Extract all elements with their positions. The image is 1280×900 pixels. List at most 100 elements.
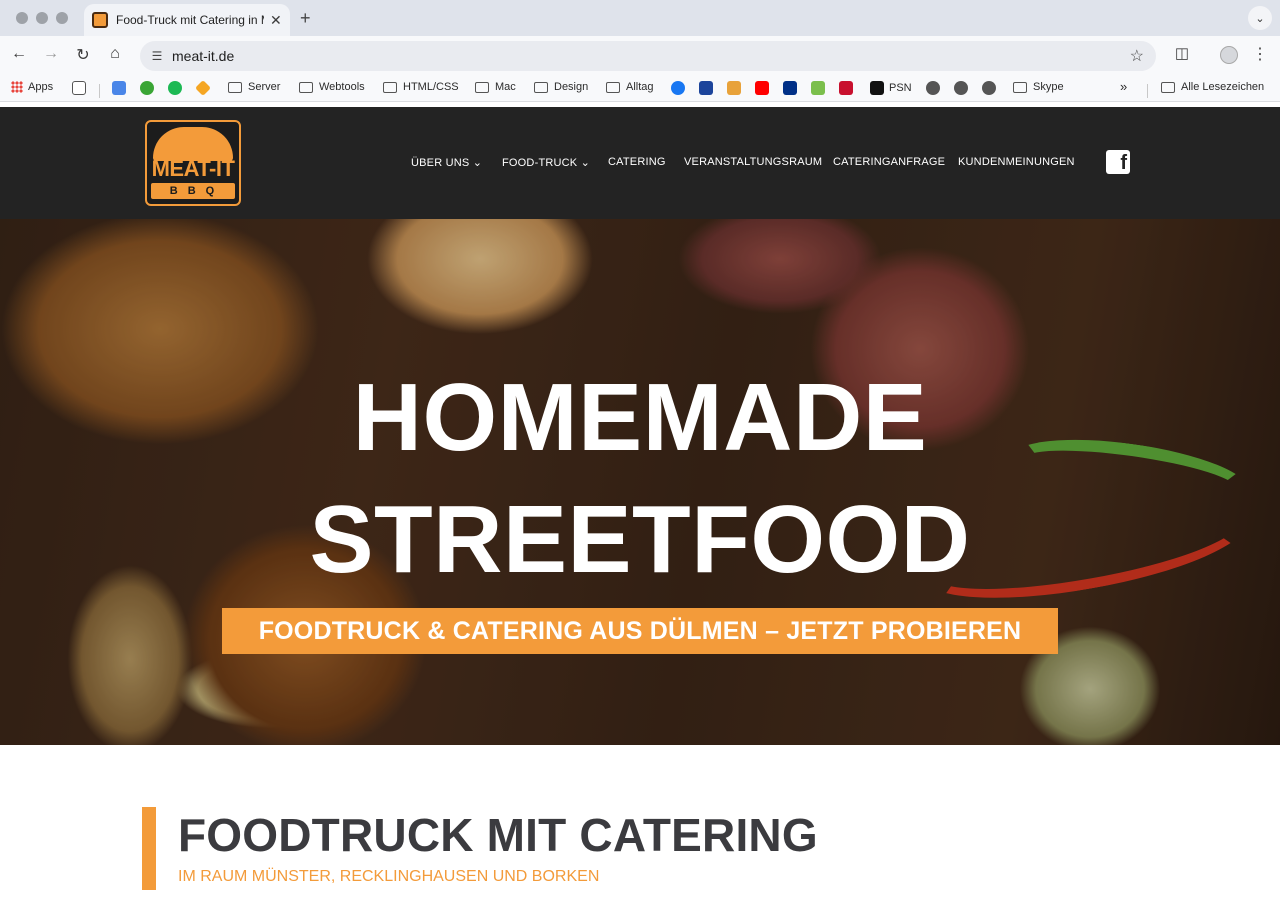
address-bar[interactable]: ☰ meat-it.de ☆ (140, 41, 1156, 71)
facebook-icon[interactable]: f (1106, 150, 1130, 174)
tab-close-icon[interactable]: ✕ (270, 12, 282, 29)
bookmark-youtube[interactable] (755, 81, 774, 95)
bookmark-folder-htmlcss[interactable]: HTML/CSS (383, 81, 459, 93)
bookmark-folder-server[interactable]: Server (228, 81, 280, 93)
bookmark-separator (1147, 84, 1148, 98)
bookmark-gmx[interactable] (699, 81, 718, 95)
home-icon[interactable]: ⌂ (104, 45, 126, 63)
bookmark-deal[interactable] (727, 81, 746, 95)
tab-groups-icon[interactable] (72, 81, 91, 95)
folder-icon (228, 81, 242, 93)
bookmark-globe-3[interactable] (982, 81, 1001, 95)
bookmark-psn[interactable]: PSN (870, 81, 912, 95)
1password-icon (140, 81, 154, 95)
folder-icon (534, 81, 548, 93)
bookmark-apps[interactable]: Apps (11, 81, 53, 93)
folder-icon (475, 81, 489, 93)
reload-icon[interactable]: ↻ (72, 45, 94, 65)
bookmark-orange[interactable] (195, 80, 215, 96)
hero-cta-button[interactable]: FOODTRUCK & CATERING AUS DÜLMEN – JETZT … (222, 608, 1058, 654)
tab-title: Food-Truck mit Catering in Mü (116, 13, 264, 27)
bookmark-paypal[interactable] (783, 81, 802, 95)
bookmark-label: HTML/CSS (403, 81, 459, 93)
new-tab-button[interactable]: + (300, 8, 311, 29)
bookmark-label: Alle Lesezeichen (1181, 81, 1265, 93)
bookmark-globe-2[interactable] (954, 81, 973, 95)
bookmark-facebook[interactable] (671, 81, 690, 95)
window-controls[interactable] (16, 12, 68, 24)
nav-catering[interactable]: CATERING (608, 156, 666, 168)
bookmark-folder-design[interactable]: Design (534, 81, 588, 93)
bookmark-star-icon[interactable]: ☆ (1130, 46, 1144, 66)
bookmark-spotify[interactable] (168, 81, 187, 95)
site-favicon-icon (92, 12, 108, 28)
grid-squares-icon (72, 81, 86, 95)
back-arrow-icon[interactable]: ← (8, 45, 30, 63)
bookmark-globe-1[interactable] (926, 81, 945, 95)
hero-title: HOMEMADE STREETFOOD (0, 357, 1280, 601)
globe-icon (926, 81, 940, 95)
logo-wordmark: MEAT-IT (151, 156, 235, 181)
nav-kundenmeinungen[interactable]: KUNDENMEINUNGEN (958, 156, 1075, 168)
bookmark-label: Webtools (319, 81, 365, 93)
gmx-icon (699, 81, 713, 95)
folder-icon (1013, 81, 1027, 93)
bookmark-label: Apps (28, 81, 54, 93)
bookmark-1password[interactable] (140, 81, 159, 95)
calendar-icon (112, 81, 126, 95)
hero-banner: HOMEMADE STREETFOOD FOODTRUCK & CATERING… (0, 219, 1280, 745)
minimize-window-button[interactable] (36, 12, 48, 24)
bookmarks-overflow-icon[interactable]: » (1120, 79, 1127, 94)
extensions-puzzle-icon[interactable]: ◫ (1172, 44, 1192, 62)
folder-icon (1161, 81, 1175, 93)
nav-cateringanfrage[interactable]: CATERINGANFRAGE (833, 156, 945, 168)
folder-icon (383, 81, 397, 93)
globe-icon (982, 81, 996, 95)
hero-title-line2: STREETFOOD (309, 486, 971, 593)
folder-icon (606, 81, 620, 93)
bookmark-label: Alltag (626, 81, 654, 93)
bookmark-folder-webtools[interactable]: Webtools (299, 81, 365, 93)
all-bookmarks-folder[interactable]: Alle Lesezeichen (1161, 81, 1264, 93)
globe-icon (954, 81, 968, 95)
browser-menu-icon[interactable]: ⋮ (1252, 44, 1268, 64)
url-text[interactable]: meat-it.de (172, 48, 234, 64)
tab-search-chevron-icon[interactable]: ⌄ (1248, 6, 1272, 30)
browser-tab-strip: Food-Truck mit Catering in Mü ✕ + ⌄ (0, 0, 1280, 36)
section-title: FOODTRUCK MIT CATERING (178, 809, 818, 861)
deal-icon (727, 81, 741, 95)
site-info-icon[interactable]: ☰ (148, 47, 166, 65)
bookmark-label: PSN (889, 82, 912, 94)
nav-ueber-uns[interactable]: ÜBER UNS ⌄ (411, 156, 482, 169)
bookmark-orange-icon (195, 80, 211, 96)
bookmark-separator (99, 84, 100, 98)
apps-grid-icon (11, 81, 23, 93)
hero-title-line1: HOMEMADE (352, 364, 928, 471)
profile-avatar-icon[interactable] (1220, 46, 1238, 64)
green-leaf-icon (811, 81, 825, 95)
bookmark-label: Server (248, 81, 281, 93)
bookmark-calendar[interactable] (112, 81, 131, 95)
site-header: MEAT-IT BBQ ÜBER UNS ⌄ FOOD-TRUCK ⌄ CATE… (0, 107, 1280, 219)
bookmark-label: Skype (1033, 81, 1064, 93)
browser-tab-active[interactable]: Food-Truck mit Catering in Mü ✕ (84, 4, 290, 36)
bookmark-green[interactable] (811, 81, 830, 95)
folder-icon (299, 81, 313, 93)
spotify-icon (168, 81, 182, 95)
nav-veranstaltungsraum[interactable]: VERANSTALTUNGSRAUM (684, 156, 822, 168)
s-icon (870, 81, 884, 95)
bookmarks-bar: Apps Server Webtools HTML/CSS Mac Design… (0, 76, 1280, 102)
maximize-window-button[interactable] (56, 12, 68, 24)
bookmark-bank[interactable] (839, 81, 858, 95)
meat-it-logo[interactable]: MEAT-IT BBQ (145, 120, 241, 206)
bookmark-folder-mac[interactable]: Mac (475, 81, 516, 93)
bank-card-icon (839, 81, 853, 95)
close-window-button[interactable] (16, 12, 28, 24)
nav-food-truck[interactable]: FOOD-TRUCK ⌄ (502, 156, 590, 169)
bookmark-label: Mac (495, 81, 516, 93)
forward-arrow-icon[interactable]: → (40, 45, 62, 63)
bookmark-folder-skype[interactable]: Skype (1013, 81, 1064, 93)
browser-toolbar: ← → ↻ ⌂ ☰ meat-it.de ☆ ◫ ⋮ (0, 36, 1280, 76)
facebook-icon (671, 81, 685, 95)
bookmark-folder-alltag[interactable]: Alltag (606, 81, 654, 93)
